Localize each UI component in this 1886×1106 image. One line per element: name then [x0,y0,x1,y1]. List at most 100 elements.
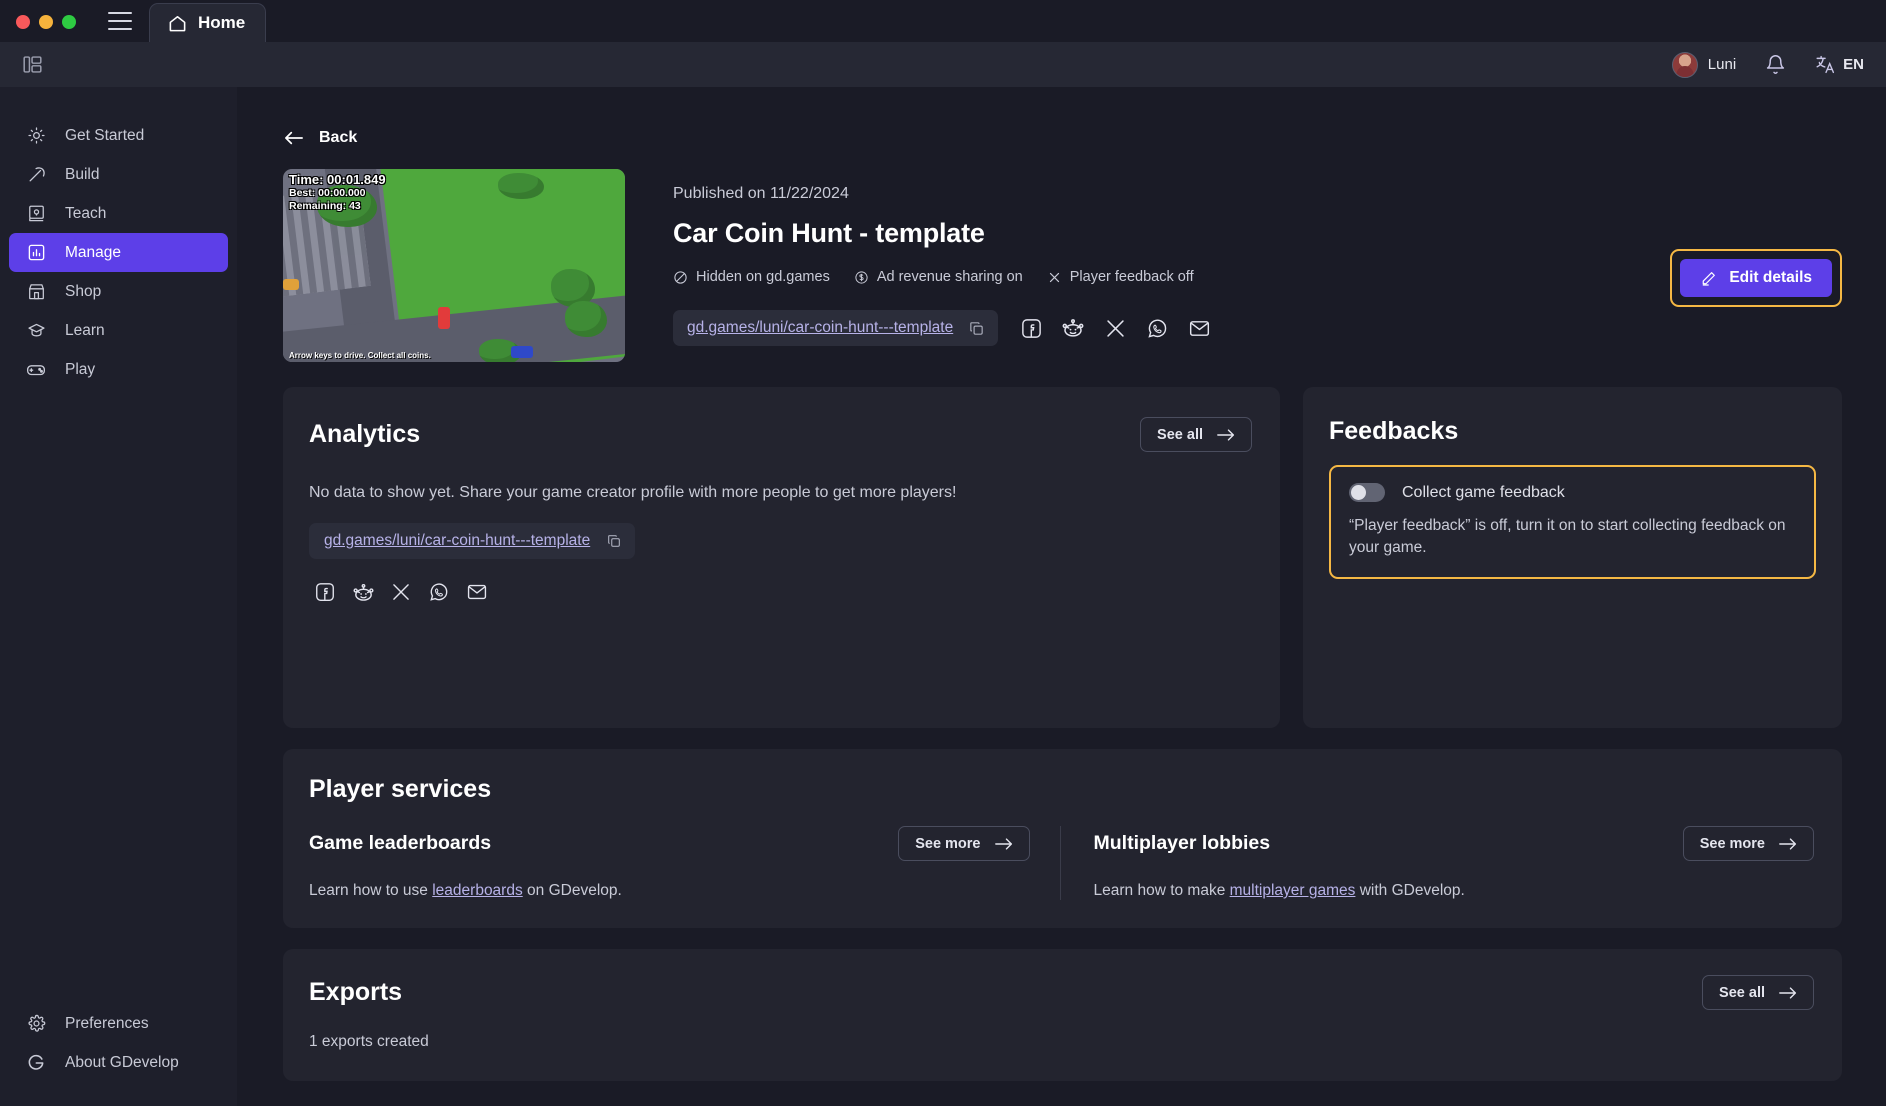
sidebar-item-preferences[interactable]: Preferences [9,1004,228,1043]
feedback-toggle-highlight: Collect game feedback “Player feedback” … [1329,465,1816,579]
avatar [1672,52,1698,78]
sidebar-item-about-gdevelop[interactable]: About GDevelop [9,1043,228,1082]
sidebar-item-label: Teach [65,205,106,223]
close-window-button[interactable] [16,15,30,29]
tab-home[interactable]: Home [149,3,266,42]
exports-header: Exports See all [309,975,1814,1010]
thumb-hud: Time: 00:01.849 Best: 00:00.000 Remainin… [289,172,386,212]
edit-details-button[interactable]: Edit details [1680,259,1832,297]
feedbacks-title: Feedbacks [1329,417,1816,446]
tab-home-label: Home [198,13,245,33]
sidebar-item-teach[interactable]: Teach [9,194,228,233]
exports-subtitle: 1 exports created [309,1033,1814,1051]
sidebar-primary-items: Get Started Build Teach [0,87,237,389]
thumb-tree [498,173,544,199]
multiplayer-see-more-button[interactable]: See more [1683,826,1814,861]
analytics-url-box[interactable]: gd.games/luni/car-coin-hunt---template [309,523,635,559]
arrow-right-icon [1779,986,1797,1000]
hud-remaining: Remaining: 43 [289,200,386,212]
game-info: Published on 11/22/2024 Car Coin Hunt - … [673,169,1213,362]
thumb-other-car [511,346,533,358]
service-desc-after: with GDevelop. [1355,882,1464,899]
collect-feedback-label: Collect game feedback [1402,484,1565,502]
sun-icon [26,126,46,146]
analytics-url-link[interactable]: gd.games/luni/car-coin-hunt---template [324,532,590,550]
game-thumbnail[interactable]: Time: 00:01.849 Best: 00:00.000 Remainin… [283,169,625,362]
x-icon[interactable] [1101,314,1129,342]
leaderboards-see-more-button[interactable]: See more [898,826,1029,861]
application-top-bar: Luni EN [0,42,1886,87]
dollar-circle-icon [854,270,869,285]
analytics-card: Analytics See all No data to show yet. S… [283,387,1280,728]
reddit-icon[interactable] [348,577,378,607]
pickaxe-icon [26,165,46,185]
page-title: Car Coin Hunt - template [673,218,1213,249]
thumb-other-car [283,279,299,290]
copy-icon[interactable] [968,320,985,337]
service-game-leaderboards: Game leaderboards See more Learn how to … [309,826,1060,900]
reddit-icon[interactable] [1059,314,1087,342]
email-icon[interactable] [1185,314,1213,342]
window-title-bar: Home [0,0,1886,42]
arrow-right-icon [1779,837,1797,851]
thumb-tree [565,301,607,337]
hud-best: Best: 00:00.000 [289,187,386,199]
sidebar-item-get-started[interactable]: Get Started [9,116,228,155]
facebook-icon[interactable] [310,577,340,607]
layout-panel-icon[interactable] [14,54,43,75]
collect-feedback-toggle[interactable] [1349,483,1385,502]
published-date: Published on 11/22/2024 [673,185,1213,203]
user-name: Luni [1708,56,1736,73]
sidebar-item-learn[interactable]: Learn [9,311,228,350]
multiplayer-games-link[interactable]: multiplayer games [1230,882,1356,899]
appbar-actions: Luni EN [1672,52,1864,78]
x-icon[interactable] [386,577,416,607]
home-icon [168,14,187,33]
bell-icon[interactable] [1765,54,1786,75]
sidebar-item-build[interactable]: Build [9,155,228,194]
game-hero: Time: 00:01.849 Best: 00:00.000 Remainin… [283,169,1886,362]
analytics-header: Analytics See all [309,417,1252,452]
book-icon [26,204,46,224]
facebook-icon[interactable] [1017,314,1045,342]
store-icon [26,282,46,302]
window-controls [0,15,76,42]
service-description: Learn how to make multiplayer games with… [1094,882,1815,900]
status-badge: Ad revenue sharing on [854,269,1023,285]
status-badge: Hidden on gd.games [673,269,830,285]
leaderboards-link[interactable]: leaderboards [432,882,522,899]
minimize-window-button[interactable] [39,15,53,29]
sidebar-item-manage[interactable]: Manage [9,233,228,272]
copy-icon[interactable] [606,533,622,549]
service-title: Multiplayer lobbies [1094,832,1271,855]
sidebar-item-shop[interactable]: Shop [9,272,228,311]
game-status-badges: Hidden on gd.games Ad revenue sharing on… [673,269,1213,285]
back-button[interactable]: Back [283,129,357,147]
hamburger-icon[interactable] [108,12,132,30]
arrow-right-icon [1217,428,1235,442]
arrow-right-icon [995,837,1013,851]
email-icon[interactable] [462,577,492,607]
user-menu[interactable]: Luni [1672,52,1736,78]
maximize-window-button[interactable] [62,15,76,29]
exports-see-all-button[interactable]: See all [1702,975,1814,1010]
sidebar-item-label: About GDevelop [65,1054,179,1072]
player-services-title: Player services [309,775,1814,804]
exports-see-all-label: See all [1719,985,1765,1001]
analytics-see-all-button[interactable]: See all [1140,417,1252,452]
language-selector[interactable]: EN [1815,54,1864,75]
sidebar-item-label: Manage [65,244,121,262]
whatsapp-icon[interactable] [424,577,454,607]
sidebar-item-play[interactable]: Play [9,350,228,389]
analytics-title: Analytics [309,420,420,449]
game-url-link[interactable]: gd.games/luni/car-coin-hunt---template [687,319,953,337]
hidden-icon [673,270,688,285]
game-url-box[interactable]: gd.games/luni/car-coin-hunt---template [673,310,998,346]
service-title: Game leaderboards [309,832,491,855]
analytics-social-buttons [310,577,1252,607]
player-services-row: Game leaderboards See more Learn how to … [309,826,1814,900]
whatsapp-icon[interactable] [1143,314,1171,342]
analytics-empty-message: No data to show yet. Share your game cre… [309,484,1252,502]
gear-icon [26,1014,46,1034]
service-multiplayer-lobbies: Multiplayer lobbies See more Learn how t… [1060,826,1815,900]
